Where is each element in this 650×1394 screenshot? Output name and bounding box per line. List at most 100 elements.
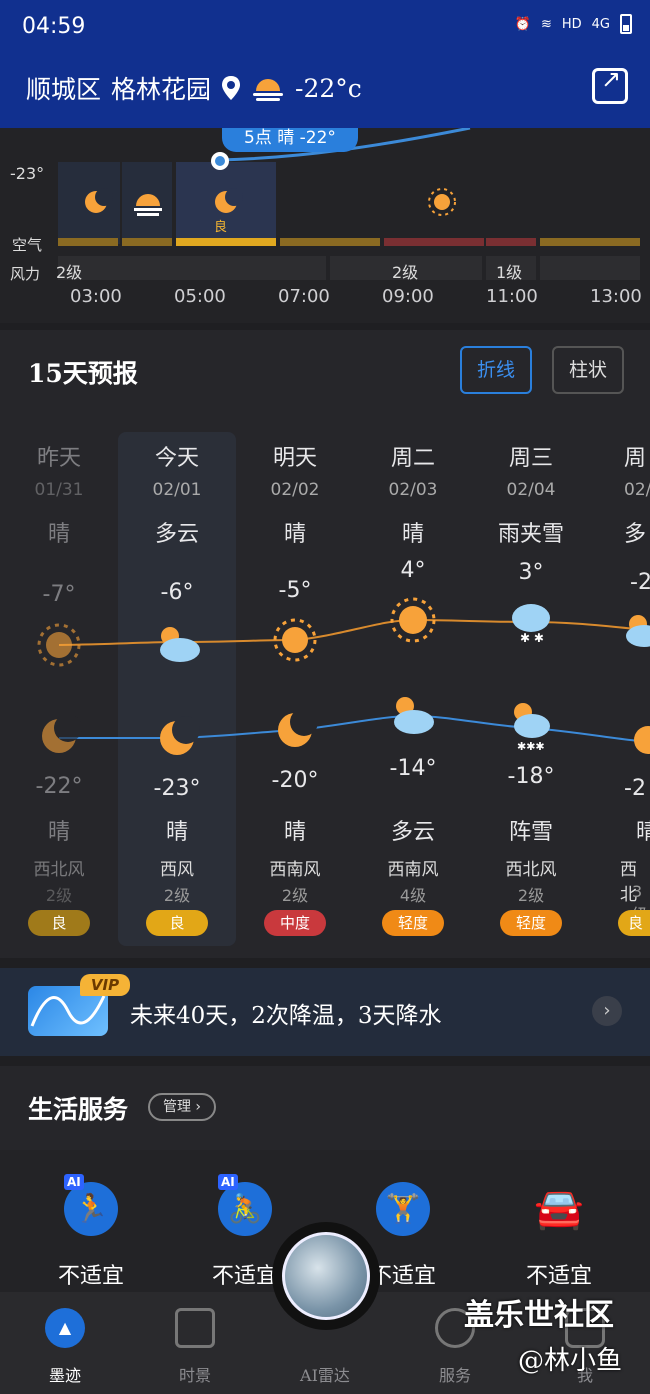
night-condition: 晴 bbox=[636, 820, 650, 845]
day-date: 02/01 bbox=[152, 480, 202, 500]
wind-direction: 西北风 bbox=[505, 860, 557, 880]
aqi-badge: 良 bbox=[28, 910, 90, 936]
service-running[interactable]: 🏃 AI 不适宜 bbox=[26, 1174, 156, 1290]
hour-time: 11:00 bbox=[486, 286, 538, 307]
nav-label: 服务 bbox=[438, 1366, 471, 1385]
location-pin-icon bbox=[222, 76, 241, 100]
svg-text:✱ ✱: ✱ ✱ bbox=[520, 631, 544, 645]
current-temperature: -22°c bbox=[295, 73, 362, 103]
day-condition: 雨夹雪 bbox=[497, 522, 564, 547]
wind-label: 风力 bbox=[10, 265, 41, 283]
service-label: 不适宜 bbox=[57, 1264, 124, 1289]
partly-cloudy-icon bbox=[626, 615, 650, 647]
wind-direction: 西风 bbox=[160, 860, 194, 880]
day-date: 02/03 bbox=[388, 480, 438, 500]
day-name: 周三 bbox=[508, 446, 553, 471]
wind-direction: 西北风 bbox=[33, 860, 85, 880]
car-wash-icon: 🚘 bbox=[534, 1186, 584, 1232]
dumbbell-icon: 🏋 bbox=[376, 1182, 430, 1236]
hour-time: 03:00 bbox=[70, 286, 122, 307]
nav-scenes[interactable]: 时景 bbox=[140, 1308, 250, 1386]
low-temp: -14° bbox=[389, 756, 437, 781]
picture-icon bbox=[175, 1308, 215, 1348]
manage-button[interactable]: 管理 › bbox=[148, 1093, 216, 1121]
night-condition: 多云 bbox=[390, 820, 435, 845]
wind-direction: 西南风 bbox=[269, 860, 321, 880]
wifi-icon: ≋ bbox=[540, 16, 552, 32]
day-condition: 晴 bbox=[401, 522, 424, 547]
forecast-day[interactable]: 昨天 01/31 晴 bbox=[0, 440, 118, 552]
chevron-right-icon[interactable]: › bbox=[592, 996, 622, 1026]
wind-power: 2级 bbox=[517, 886, 545, 905]
forecast-title: 15天预报 bbox=[28, 359, 138, 388]
service-label: 不适宜 bbox=[525, 1264, 592, 1289]
forecast-day[interactable]: 今天 02/01 多云 bbox=[118, 440, 236, 552]
low-temp: -20° bbox=[271, 768, 319, 793]
hour-time: 05:00 bbox=[174, 286, 226, 307]
sun-icon bbox=[428, 188, 456, 216]
day-date: 02/04 bbox=[506, 480, 556, 500]
hour-time: 13:00 bbox=[590, 286, 642, 307]
line-view-button[interactable]: 折线 bbox=[460, 346, 532, 394]
center-sky-button[interactable] bbox=[282, 1232, 370, 1320]
moon-icon bbox=[42, 714, 82, 753]
air-label: 空气 bbox=[12, 236, 43, 254]
hour-time: 07:00 bbox=[278, 286, 330, 307]
moon-icon bbox=[634, 726, 650, 754]
hourly-temp-label: -23° bbox=[10, 164, 45, 183]
alarm-icon: ⏰ bbox=[514, 16, 531, 32]
wind-level: 1级 bbox=[496, 263, 523, 282]
day-condition: 晴 bbox=[283, 522, 306, 547]
wind-direction: 西南风 bbox=[387, 860, 439, 880]
partly-cloudy-icon bbox=[160, 627, 200, 662]
battery-icon bbox=[620, 14, 632, 34]
nav-label: 墨迹 bbox=[48, 1366, 81, 1385]
day-date: 02/02 bbox=[270, 480, 320, 500]
night-condition: 晴 bbox=[165, 820, 188, 845]
wind-power: 2级 bbox=[281, 886, 309, 905]
service-car-wash[interactable]: 🚘 不适宜 bbox=[494, 1176, 624, 1290]
forecast-day[interactable]: 周 02/ 多 bbox=[590, 440, 650, 552]
day-name: 昨天 bbox=[36, 446, 81, 471]
vip-summary[interactable]: 未来40天，2次降温，3天降水 bbox=[130, 996, 442, 1030]
status-icons: ⏰ ≋ HD 4G bbox=[515, 14, 632, 34]
wind-power: 4级 bbox=[399, 886, 427, 905]
forecast-day[interactable]: 周二 02/03 晴 bbox=[354, 440, 472, 552]
air-quality-label: 良 bbox=[214, 220, 228, 235]
district-name[interactable]: 顺城区 bbox=[26, 70, 101, 106]
day-date: 02/ bbox=[624, 480, 650, 500]
nav-moji[interactable]: ▲ 墨迹 bbox=[10, 1308, 120, 1386]
cycling-icon: 🚴 AI bbox=[218, 1174, 272, 1236]
share-button[interactable] bbox=[592, 65, 628, 104]
location-row[interactable]: 顺城区 格林花园 -22°c bbox=[26, 70, 362, 106]
running-icon: 🏃 AI bbox=[64, 1174, 118, 1236]
nav-label: 时景 bbox=[178, 1366, 211, 1385]
day-condition: 多 bbox=[624, 522, 647, 547]
signal-label: 4G bbox=[591, 16, 610, 32]
status-time: 04:59 bbox=[22, 14, 86, 39]
hd-label: HD bbox=[561, 16, 582, 32]
day-condition: 晴 bbox=[47, 522, 70, 547]
nav-label: AI雷达 bbox=[300, 1366, 350, 1385]
app-header: 04:59 ⏰ ≋ HD 4G 顺城区 格林花园 -22°c bbox=[0, 0, 650, 128]
wind-level: 2级 bbox=[56, 263, 83, 282]
forecast-day[interactable]: 明天 02/02 晴 bbox=[236, 440, 354, 552]
low-temp: -18° bbox=[507, 764, 555, 789]
watermark-author: @林小鱼 bbox=[518, 1346, 623, 1376]
watermark: 盖乐世社区 bbox=[464, 1298, 614, 1333]
low-temp: -22° bbox=[35, 774, 83, 799]
day-name: 明天 bbox=[272, 446, 317, 471]
bar-view-button[interactable]: 柱状 bbox=[552, 346, 624, 394]
low-temp: -2 bbox=[624, 776, 646, 801]
hour-time: 09:00 bbox=[382, 286, 434, 307]
community-name[interactable]: 格林花园 bbox=[111, 70, 211, 106]
wind-level: 2级 bbox=[392, 263, 419, 282]
aqi-badge: 中度 bbox=[264, 910, 326, 936]
day-name: 今天 bbox=[154, 446, 199, 471]
svg-text:✱✱✱: ✱✱✱ bbox=[517, 740, 545, 753]
day-name: 周二 bbox=[390, 446, 435, 471]
night-condition: 晴 bbox=[283, 820, 306, 845]
forecast-day[interactable]: 周三 02/04 雨夹雪 bbox=[472, 440, 590, 552]
sleet-icon: ✱ ✱ bbox=[512, 604, 550, 645]
snow-showers-icon: ✱✱✱ bbox=[514, 703, 550, 753]
